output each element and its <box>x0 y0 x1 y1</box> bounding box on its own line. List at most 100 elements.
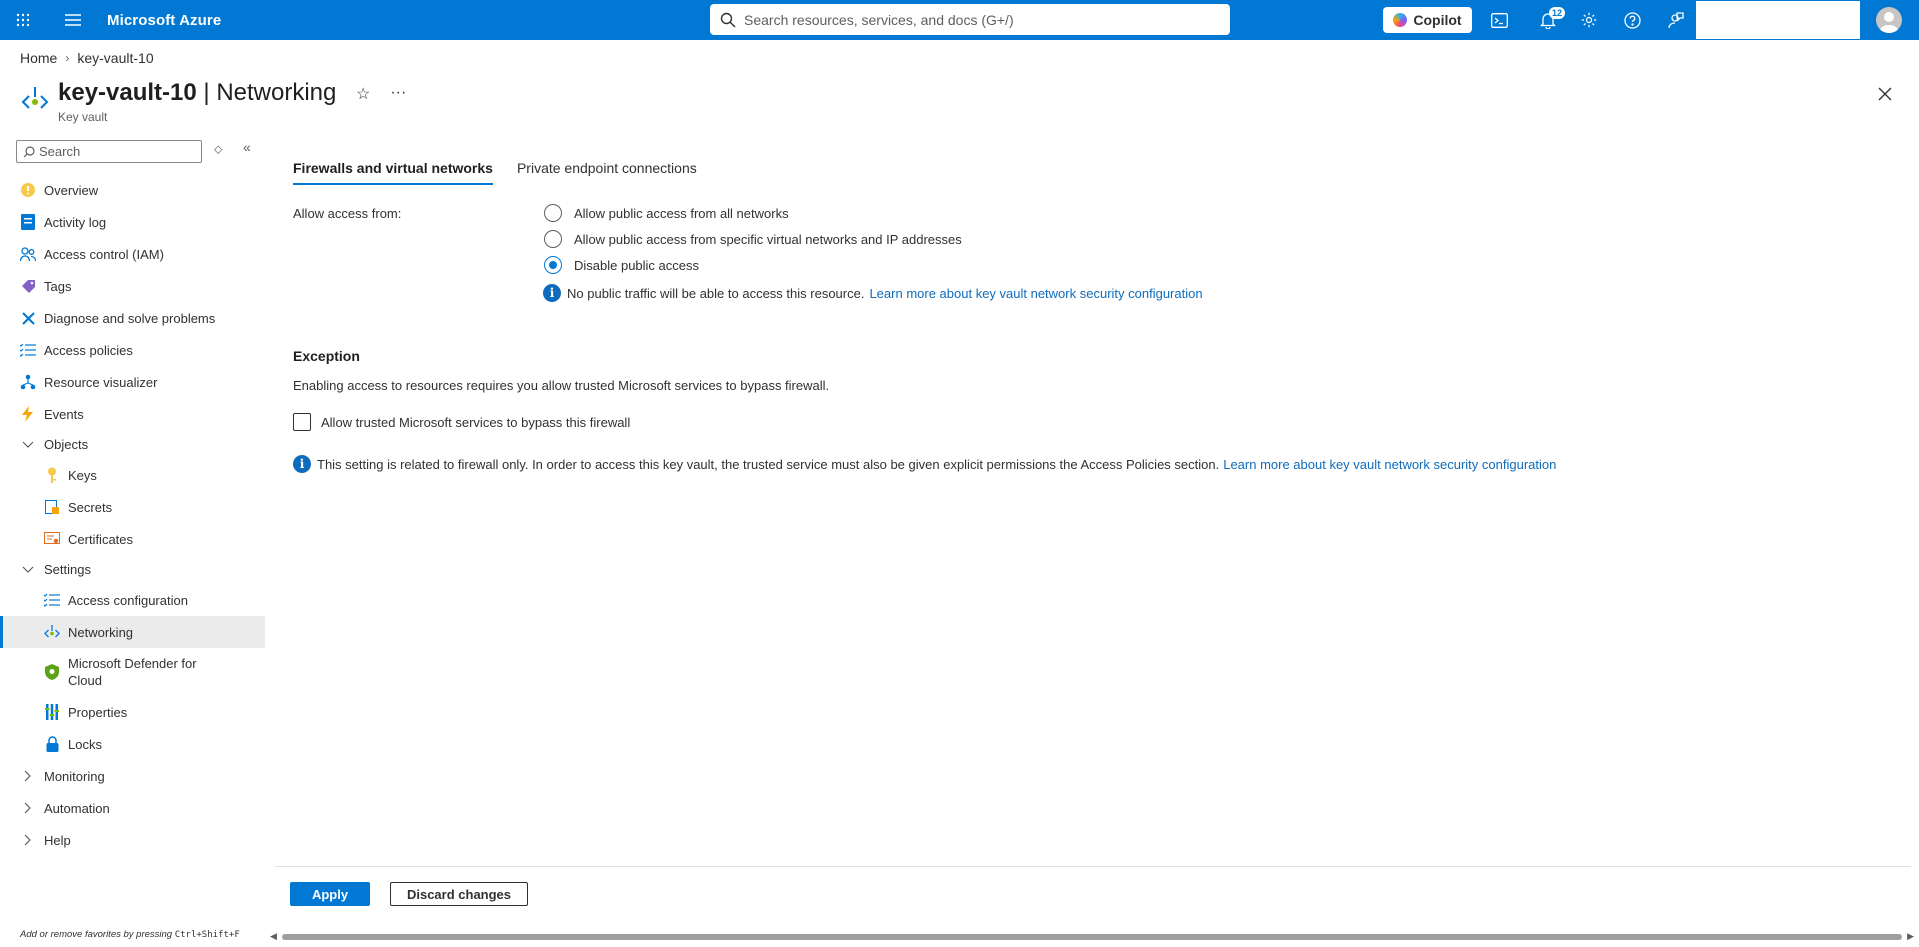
sidebar-group-help[interactable]: Help <box>0 824 265 856</box>
sidebar-item-access-configuration[interactable]: Access configuration <box>0 584 265 616</box>
sidebar: Search ⬦ « Overview Activity log Access … <box>0 134 265 947</box>
sidebar-item-keys[interactable]: Keys <box>0 459 265 491</box>
help-icon[interactable] <box>1612 0 1652 40</box>
close-icon[interactable] <box>1873 82 1897 106</box>
sidebar-search-input[interactable]: Search <box>16 140 202 163</box>
sidebar-item-defender[interactable]: Microsoft Defender for Cloud <box>0 648 265 696</box>
lock-icon <box>44 736 60 752</box>
sidebar-item-overview[interactable]: Overview <box>0 174 265 206</box>
sidebar-item-resource-visualizer[interactable]: Resource visualizer <box>0 366 265 398</box>
sidebar-item-access-policies[interactable]: Access policies <box>0 334 265 366</box>
firewall-setting-info: i This setting is related to firewall on… <box>293 455 1556 473</box>
bypass-firewall-checkbox[interactable] <box>293 413 311 431</box>
sidebar-item-label: Microsoft Defender for Cloud <box>68 656 197 688</box>
radio-all-networks[interactable]: Allow public access from all networks <box>544 200 962 226</box>
global-search-input[interactable]: Search resources, services, and docs (G+… <box>710 4 1230 35</box>
wrench-icon <box>20 310 36 326</box>
sidebar-item-secrets[interactable]: Secrets <box>0 491 265 523</box>
info-text: No public traffic will be able to access… <box>567 285 865 301</box>
sidebar-item-tags[interactable]: Tags <box>0 270 265 302</box>
sidebar-group-monitoring[interactable]: Monitoring <box>0 760 265 792</box>
avatar[interactable] <box>1876 7 1902 33</box>
copilot-button[interactable]: Copilot <box>1383 7 1472 33</box>
public-access-radio-group: Allow public access from all networks Al… <box>544 200 962 278</box>
search-icon <box>720 12 736 27</box>
scroll-left-icon[interactable]: ◀ <box>270 931 277 942</box>
hierarchy-icon <box>20 374 36 390</box>
sidebar-item-label: Access control (IAM) <box>44 246 164 262</box>
key-icon <box>44 467 60 483</box>
menu-icon[interactable] <box>53 0 93 40</box>
info-icon: i <box>293 455 311 473</box>
star-icon[interactable]: ☆ <box>356 84 370 104</box>
copilot-label: Copilot <box>1413 12 1462 28</box>
radio-button[interactable] <box>544 204 562 222</box>
radio-button-selected[interactable] <box>544 256 562 274</box>
breadcrumb: Home › key-vault-10 <box>20 50 154 66</box>
chevron-down-icon <box>20 566 36 574</box>
chevron-down-icon <box>20 441 36 449</box>
radio-specific-networks[interactable]: Allow public access from specific virtua… <box>544 226 962 252</box>
bypass-firewall-checkbox-row[interactable]: Allow trusted Microsoft services to bypa… <box>293 413 630 431</box>
notifications-icon[interactable]: 12 <box>1528 0 1568 40</box>
allow-access-label: Allow access from: <box>293 206 402 221</box>
learn-more-link[interactable]: Learn more about key vault network secur… <box>1223 457 1556 472</box>
list-check-icon <box>44 592 60 608</box>
sidebar-item-label: Activity log <box>44 214 107 230</box>
sidebar-item-label: Locks <box>68 736 102 752</box>
collapse-sidebar-icon[interactable]: « <box>243 139 251 155</box>
tab-firewalls[interactable]: Firewalls and virtual networks <box>293 160 493 185</box>
sidebar-item-networking[interactable]: Networking <box>0 616 265 648</box>
no-public-traffic-info: i No public traffic will be able to acce… <box>543 284 1203 302</box>
learn-more-link[interactable]: Learn more about key vault network secur… <box>869 286 1202 301</box>
sidebar-search-placeholder: Search <box>39 144 81 159</box>
sidebar-nav: Overview Activity log Access control (IA… <box>0 174 265 856</box>
apply-button[interactable]: Apply <box>290 882 370 906</box>
tag-icon <box>20 278 36 294</box>
global-search-placeholder: Search resources, services, and docs (G+… <box>744 11 1014 28</box>
horizontal-scrollbar[interactable]: ◀ ▶ <box>270 931 1914 943</box>
copilot-icon <box>1393 13 1408 27</box>
sidebar-item-activity-log[interactable]: Activity log <box>0 206 265 238</box>
breadcrumb-current[interactable]: key-vault-10 <box>77 50 153 66</box>
sidebar-group-automation[interactable]: Automation <box>0 792 265 824</box>
expand-collapse-icon[interactable]: ⬦ <box>214 142 222 157</box>
radio-button[interactable] <box>544 230 562 248</box>
resource-type: Key vault <box>58 110 108 124</box>
discard-changes-button[interactable]: Discard changes <box>390 882 528 906</box>
page-title-separator: | <box>196 79 217 106</box>
account-info-box[interactable] <box>1696 1 1860 39</box>
cloud-shell-icon[interactable] <box>1479 0 1519 40</box>
sidebar-item-diagnose[interactable]: Diagnose and solve problems <box>0 302 265 334</box>
scrollbar-thumb[interactable] <box>282 934 1902 940</box>
sidebar-item-label: Overview <box>44 182 99 198</box>
favorites-hint: Add or remove favorites by pressing Ctrl… <box>20 929 240 940</box>
sidebar-group-objects[interactable]: Objects <box>0 430 265 459</box>
sidebar-item-events[interactable]: Events <box>0 398 265 430</box>
properties-icon <box>44 704 60 720</box>
shield-icon <box>44 664 60 680</box>
exception-heading: Exception <box>293 348 360 364</box>
more-options-icon[interactable]: ··· <box>390 84 406 104</box>
breadcrumb-home[interactable]: Home <box>20 50 57 66</box>
sidebar-item-label: Keys <box>68 467 97 483</box>
tab-bar: Firewalls and virtual networks Private e… <box>293 160 697 185</box>
sidebar-item-properties[interactable]: Properties <box>0 696 265 728</box>
brand-title[interactable]: Microsoft Azure <box>107 12 221 29</box>
radio-disable-public[interactable]: Disable public access <box>544 252 962 278</box>
sidebar-group-settings[interactable]: Settings <box>0 555 265 584</box>
page-title: key-vault-10 | Networking <box>58 78 336 108</box>
tab-private-endpoints[interactable]: Private endpoint connections <box>517 160 697 185</box>
networking-icon <box>21 87 49 109</box>
sidebar-item-label: Access configuration <box>68 592 188 608</box>
sidebar-item-iam[interactable]: Access control (IAM) <box>0 238 265 270</box>
settings-gear-icon[interactable] <box>1569 0 1609 40</box>
scroll-right-icon[interactable]: ▶ <box>1907 931 1914 942</box>
list-check-icon <box>20 342 36 358</box>
app-launcher-icon[interactable] <box>3 0 43 40</box>
page-header: key-vault-10 | Networking Key vault <box>20 78 336 124</box>
feedback-icon[interactable] <box>1655 0 1695 40</box>
footer-divider <box>275 866 1911 867</box>
sidebar-item-certificates[interactable]: Certificates <box>0 523 265 555</box>
sidebar-item-locks[interactable]: Locks <box>0 728 265 760</box>
